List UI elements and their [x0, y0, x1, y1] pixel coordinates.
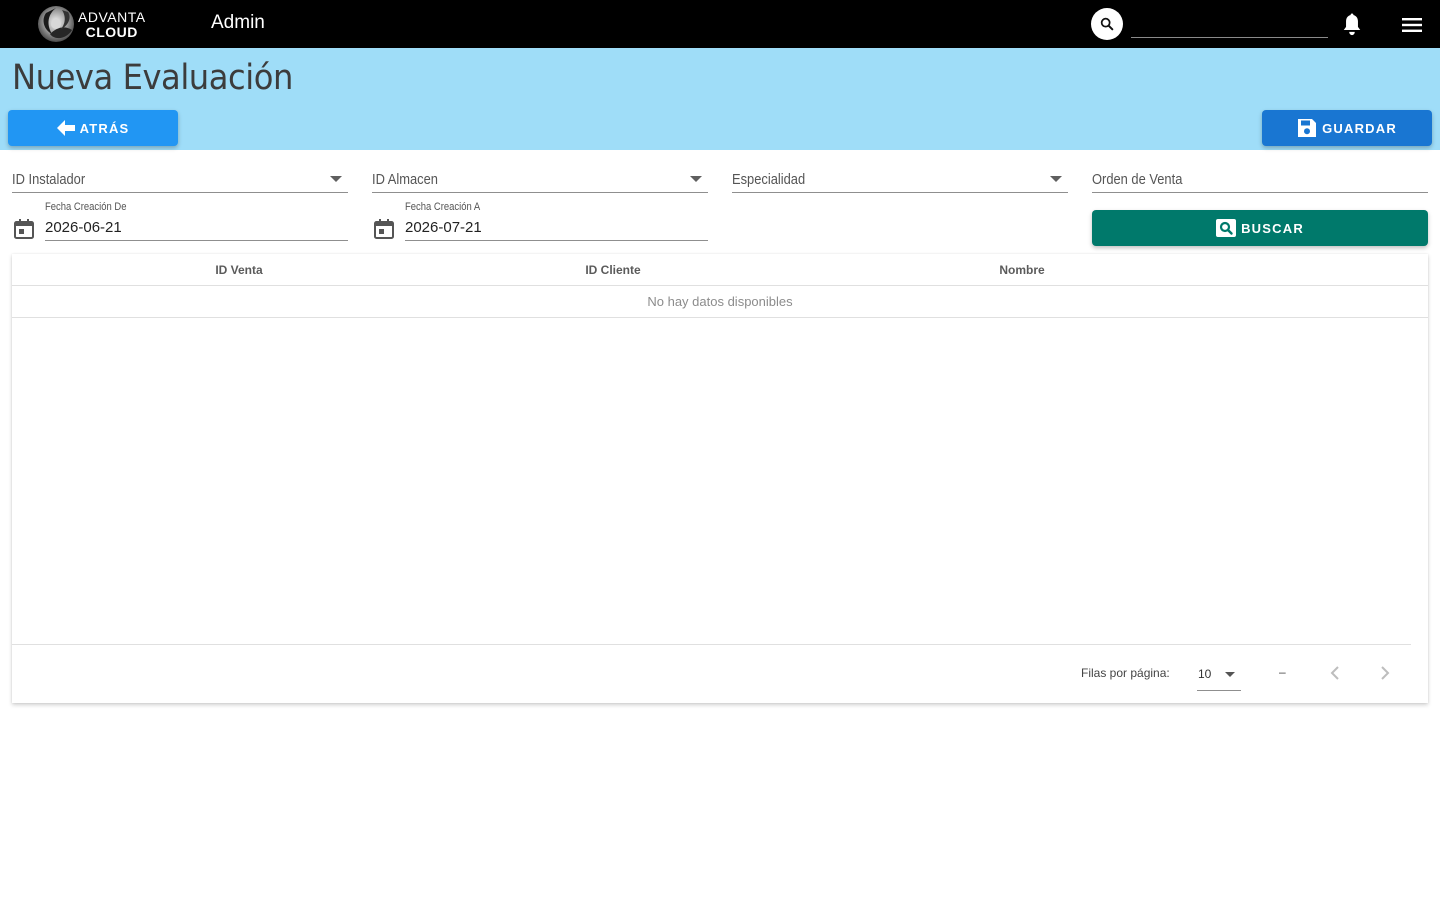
calendar-icon[interactable]: [372, 217, 396, 241]
page-header: Nueva Evaluación ATRÁS GUARDAR: [0, 48, 1440, 150]
logo-text: ADVANTA CLOUD: [78, 10, 146, 39]
search-input[interactable]: [1131, 12, 1328, 38]
logo-line1: ADVANTA: [78, 8, 146, 25]
floppy-disk-icon: [1298, 119, 1317, 137]
column-header-id-cliente[interactable]: ID Cliente: [585, 263, 640, 277]
menu-button[interactable]: [1399, 12, 1425, 38]
fecha-creacion-a-label: Fecha Creación A: [405, 201, 481, 213]
app-title: Admin: [211, 12, 265, 33]
empty-state-text: No hay datos disponibles: [647, 294, 793, 309]
table-header: ID Venta ID Cliente Nombre: [12, 254, 1428, 286]
especialidad-select[interactable]: Especialidad: [732, 149, 1068, 193]
chevron-down-icon: [1050, 176, 1062, 182]
top-app-bar: ADVANTA CLOUD Admin: [0, 0, 1440, 48]
fecha-creacion-a-field[interactable]: Fecha Creación A 2026-07-21: [372, 197, 708, 241]
logo-line2: CLOUD: [85, 23, 138, 40]
chevron-left-icon: [1330, 666, 1339, 680]
instalador-select[interactable]: ID Instalador: [12, 149, 348, 193]
back-button-label: ATRÁS: [79, 120, 130, 136]
calendar-icon[interactable]: [12, 217, 36, 241]
menu-icon: [1402, 18, 1422, 32]
orden-venta-field[interactable]: Orden de Venta: [1092, 149, 1428, 193]
search-button[interactable]: [1091, 8, 1123, 40]
almacen-select[interactable]: ID Almacen: [372, 149, 708, 193]
bell-icon: [1343, 13, 1361, 36]
results-table: ID Venta ID Cliente Nombre No hay datos …: [12, 254, 1428, 703]
fecha-creacion-de-field[interactable]: Fecha Creación De 2026-06-21: [12, 197, 348, 241]
fecha-creacion-a-input[interactable]: Fecha Creación A 2026-07-21: [405, 197, 708, 241]
column-header-id-venta[interactable]: ID Venta: [215, 263, 262, 277]
chevron-down-icon: [330, 176, 342, 182]
logo-mark-icon: [38, 6, 74, 42]
page-title: Nueva Evaluación: [12, 58, 293, 98]
search-icon: [1100, 17, 1114, 31]
fecha-creacion-a-value: 2026-07-21: [405, 219, 482, 236]
fecha-creacion-de-input[interactable]: Fecha Creación De 2026-06-21: [45, 197, 348, 241]
back-button[interactable]: ATRÁS: [8, 110, 178, 146]
chevron-down-icon: [690, 176, 702, 182]
buscar-button[interactable]: BUSCAR: [1092, 210, 1428, 246]
buscar-button-label: BUSCAR: [1241, 220, 1304, 236]
notifications-button[interactable]: [1339, 12, 1365, 38]
column-header-nombre[interactable]: Nombre: [999, 263, 1044, 277]
empty-state-row: No hay datos disponibles: [12, 286, 1428, 318]
previous-page-button[interactable]: [1322, 660, 1348, 686]
pagination-range: –: [1279, 665, 1286, 679]
rows-per-page-label: Filas por página:: [1081, 666, 1170, 680]
especialidad-label: Especialidad: [732, 171, 806, 188]
rows-per-page-value: 10: [1198, 667, 1212, 681]
fecha-creacion-de-label: Fecha Creación De: [45, 201, 127, 213]
next-page-button[interactable]: [1372, 660, 1398, 686]
orden-venta-label: Orden de Venta: [1092, 171, 1183, 188]
chevron-right-icon: [1381, 666, 1390, 680]
fecha-creacion-de-value: 2026-06-21: [45, 219, 122, 236]
almacen-label: ID Almacen: [372, 171, 438, 188]
save-button[interactable]: GUARDAR: [1262, 110, 1432, 146]
chevron-down-icon: [1225, 672, 1235, 677]
arrow-left-icon: [56, 120, 75, 136]
advanta-cloud-logo[interactable]: ADVANTA CLOUD: [36, 4, 160, 44]
search-box-icon: [1216, 219, 1237, 237]
save-button-label: GUARDAR: [1322, 120, 1397, 136]
table-footer-divider: [12, 644, 1411, 645]
instalador-label: ID Instalador: [12, 171, 86, 188]
rows-per-page-select[interactable]: 10: [1197, 658, 1241, 691]
